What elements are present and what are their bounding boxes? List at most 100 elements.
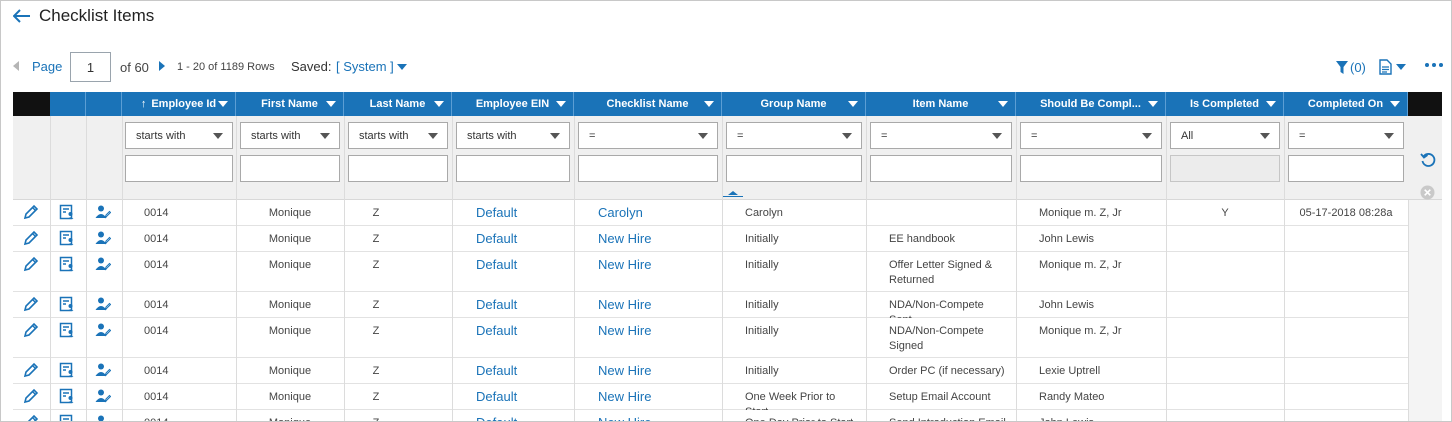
filter-operator-last-name[interactable]: starts with [348, 122, 448, 149]
column-header-first-name[interactable]: First Name [236, 92, 344, 116]
column-header-employee-ein[interactable]: Employee EIN [452, 92, 574, 116]
chevron-down-icon[interactable] [1390, 101, 1400, 107]
edit-icon[interactable] [23, 296, 39, 312]
checklist-icon[interactable] [59, 230, 75, 246]
cell-checklist[interactable]: New Hire [598, 363, 716, 378]
cell-checklist[interactable]: New Hire [598, 389, 716, 404]
cell-ein[interactable]: Default [476, 389, 568, 404]
checklist-icon[interactable] [59, 256, 75, 272]
page-number-input[interactable] [70, 52, 111, 82]
table-row[interactable]: 0014 Monique Z Default New Hire Initially NDA/… [13, 318, 1408, 358]
checklist-icon[interactable] [59, 204, 75, 220]
filter-button[interactable]: (0) [1336, 57, 1366, 77]
column-header-employee-id[interactable]: ↑ Employee Id [122, 92, 236, 116]
cell-ein[interactable]: Default [476, 297, 568, 312]
table-row[interactable]: 0014 MoniqueZ Default New Hire One Day Prior… [13, 410, 1408, 422]
more-icon[interactable] [1425, 63, 1443, 83]
filter-input-last-name[interactable] [348, 155, 448, 182]
table-row[interactable]: 0014 Monique Z Default Carolyn Carolyn Monique… [13, 200, 1408, 226]
filter-input-completed-on[interactable] [1288, 155, 1404, 182]
column-header-last-name[interactable]: Last Name [344, 92, 452, 116]
cell-checklist[interactable]: New Hire [598, 415, 716, 421]
prev-page-icon[interactable] [13, 61, 19, 71]
export-button[interactable] [1379, 57, 1406, 77]
chevron-down-icon[interactable] [704, 101, 714, 107]
filter-operator-group-name[interactable]: = [726, 122, 862, 149]
chevron-down-icon[interactable] [434, 101, 444, 107]
filter-input-should-be-completed[interactable] [1020, 155, 1162, 182]
chevron-down-icon[interactable] [556, 101, 566, 107]
edit-icon[interactable] [23, 362, 39, 378]
chevron-down-icon[interactable] [1148, 101, 1158, 107]
table-row[interactable]: 0014 Monique Z Default New Hire One Week Prio… [13, 384, 1408, 418]
user-edit-icon[interactable] [95, 322, 111, 338]
cell-checklist[interactable]: Carolyn [598, 205, 716, 220]
filter-operator-completed-on[interactable]: = [1288, 122, 1404, 149]
edit-icon[interactable] [23, 256, 39, 272]
edit-icon[interactable] [23, 230, 39, 246]
collapse-caret-icon[interactable] [723, 189, 743, 197]
checklist-icon[interactable] [59, 414, 75, 422]
chevron-down-icon[interactable] [218, 101, 228, 107]
filter-operator-is-completed[interactable]: All [1170, 122, 1280, 149]
filter-input-group-name[interactable] [726, 155, 862, 182]
edit-icon[interactable] [23, 388, 39, 404]
cell-ein[interactable]: Default [476, 231, 568, 246]
window: Checklist Items Page of 60 1 - 20 of 118… [0, 0, 1452, 422]
refresh-icon[interactable] [1420, 152, 1436, 168]
cell-ein[interactable]: Default [476, 363, 568, 378]
user-edit-icon[interactable] [95, 414, 111, 422]
cell-ein[interactable]: Default [476, 323, 568, 338]
user-edit-icon[interactable] [95, 230, 111, 246]
checklist-icon[interactable] [59, 322, 75, 338]
user-edit-icon[interactable] [95, 296, 111, 312]
column-header-should-be-completed[interactable]: Should Be Compl... [1016, 92, 1166, 116]
filter-input-item-name[interactable] [870, 155, 1012, 182]
user-edit-icon[interactable] [95, 388, 111, 404]
column-header-completed-on[interactable]: Completed On [1284, 92, 1408, 116]
filter-input-first-name[interactable] [240, 155, 340, 182]
next-page-icon[interactable] [159, 61, 165, 71]
chevron-down-icon[interactable] [848, 101, 858, 107]
user-edit-icon[interactable] [95, 362, 111, 378]
filter-input-employee-id[interactable] [125, 155, 233, 182]
user-edit-icon[interactable] [95, 204, 111, 220]
table-row[interactable]: 0014 Monique Z Default New Hire Initially NDA/… [13, 292, 1408, 326]
cell-ein[interactable]: Default [476, 415, 568, 421]
cell-ein[interactable]: Default [476, 257, 568, 272]
cell-checklist[interactable]: New Hire [598, 323, 716, 338]
cell-checklist[interactable]: New Hire [598, 231, 716, 246]
cell-ein[interactable]: Default [476, 205, 568, 220]
filter-input-employee-ein[interactable] [456, 155, 570, 182]
filter-operator-checklist-name[interactable]: = [578, 122, 718, 149]
filter-input-checklist-name[interactable] [578, 155, 718, 182]
table-row[interactable]: 0014 Monique Z Default New Hire Initially Offe… [13, 252, 1408, 292]
column-header-group-name[interactable]: Group Name [722, 92, 866, 116]
checklist-icon[interactable] [59, 362, 75, 378]
cell-checklist[interactable]: New Hire [598, 257, 716, 272]
chevron-down-icon[interactable] [1266, 101, 1276, 107]
column-header-is-completed[interactable]: Is Completed [1166, 92, 1284, 116]
filter-operator-item-name[interactable]: = [870, 122, 1012, 149]
checklist-icon[interactable] [59, 388, 75, 404]
cell-checklist[interactable]: New Hire [598, 297, 716, 312]
column-header-item-name[interactable]: Item Name [866, 92, 1016, 116]
edit-icon[interactable] [23, 414, 39, 422]
back-arrow-icon[interactable] [13, 7, 31, 25]
checklist-icon[interactable] [59, 296, 75, 312]
filter-operator-employee-id[interactable]: starts with [125, 122, 233, 149]
chevron-down-icon[interactable] [326, 101, 336, 107]
table-row[interactable]: 0014 Monique Z Default New Hire Initially EE h… [13, 226, 1408, 252]
chevron-down-icon[interactable] [397, 64, 407, 70]
saved-view-select[interactable]: [ System ] [336, 59, 394, 74]
filter-operator-should-be-completed[interactable]: = [1020, 122, 1162, 149]
user-edit-icon[interactable] [95, 256, 111, 272]
filter-operator-employee-ein[interactable]: starts with [456, 122, 570, 149]
edit-icon[interactable] [23, 204, 39, 220]
edit-icon[interactable] [23, 322, 39, 338]
column-header-checklist-name[interactable]: Checklist Name [574, 92, 722, 116]
chevron-down-icon[interactable] [998, 101, 1008, 107]
clear-icon[interactable] [1420, 185, 1435, 200]
filter-operator-first-name[interactable]: starts with [240, 122, 340, 149]
table-row[interactable]: 0014 Monique Z Default New Hire Initially Orde… [13, 358, 1408, 384]
